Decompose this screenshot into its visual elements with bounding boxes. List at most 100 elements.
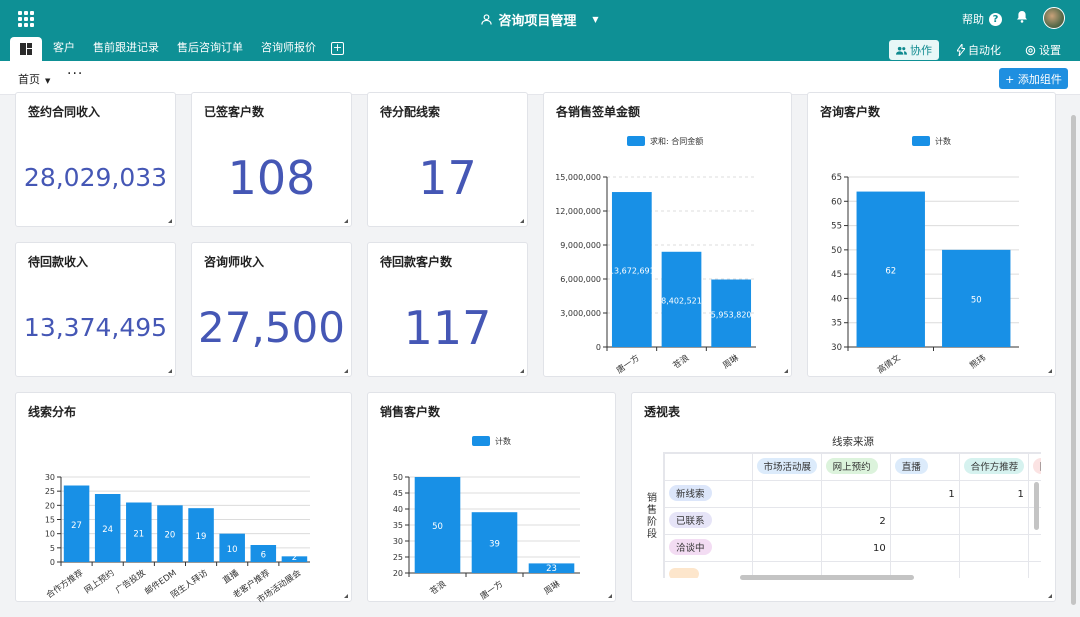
pivot-row-cell: 已联系 (664, 507, 753, 535)
pivot-cell[interactable] (889, 534, 960, 562)
resize-handle[interactable] (784, 369, 788, 373)
x-tick-label: 唐一方 (478, 578, 505, 602)
metric-card-receivable-revenue[interactable]: 待回款收入 13,374,495 (15, 242, 176, 377)
pivot-cell[interactable]: 2 (820, 507, 891, 535)
table-row: 新线索 1 1 (664, 480, 1041, 508)
legend-swatch[interactable] (627, 136, 645, 146)
pivot-row-cell (664, 561, 753, 578)
automation-button[interactable]: 自动化 (951, 40, 1007, 60)
metric-card-consultant-revenue[interactable]: 咨询师收入 27,500 (191, 242, 352, 377)
pivot-col-cell: 直播 (889, 453, 960, 481)
help-icon: ? (989, 12, 1002, 26)
top-bar: 咨询项目管理 ▼ 帮助 ? 客户 售前跟进记录 售后咨询订单 咨询师报价 + 协… (0, 0, 1080, 61)
collab-button[interactable]: 协作 (889, 40, 939, 60)
more-icon[interactable]: ··· (67, 66, 83, 82)
bar-value-label: 8,402,521 (661, 296, 702, 305)
chart-card-consult-customers[interactable]: 咨询客户数 计数 30 35 40 45 50 55 60 65 62 高倩文 50 熊玮 (807, 92, 1056, 377)
y-tick-label: 65 (831, 173, 842, 183)
toolbar: 协作 自动化 设置 (889, 40, 1067, 60)
bell-icon[interactable] (1016, 10, 1028, 27)
resize-handle[interactable] (168, 219, 172, 223)
avatar[interactable] (1043, 7, 1065, 29)
resize-handle[interactable] (344, 594, 348, 598)
resize-handle[interactable] (1048, 594, 1052, 598)
pivot-cell[interactable]: 10 (820, 534, 891, 562)
chart-card-lead-distribution[interactable]: 线索分布 0 5 10 15 20 25 30 27 合作方推荐 24 网上预约 21 广告投放 20 邮件… (15, 392, 352, 603)
pivot-vertical-scrollbar[interactable] (1034, 482, 1039, 530)
pivot-cell[interactable] (751, 534, 822, 562)
app-title-text: 咨询项目管理 (498, 14, 577, 29)
card-title: 待回款收入 (28, 255, 89, 269)
pivot-row-tag (669, 567, 699, 578)
metric-card-contract-revenue[interactable]: 签约合同收入 28,029,033 (15, 92, 176, 227)
tab-dashboard[interactable] (10, 37, 42, 61)
chevron-down-icon[interactable]: ▼ (592, 15, 598, 24)
chart-card-sales-customers[interactable]: 销售客户数 计数 20 25 30 35 40 45 50 50 苍浪 39 唐一方 23 周琳 (367, 392, 616, 602)
home-dropdown[interactable]: 首页 ▼ (18, 71, 50, 87)
metric-value: 28,029,033 (23, 163, 168, 192)
metric-card-signed-customers[interactable]: 已签客户数 108 (191, 92, 352, 227)
resize-handle[interactable] (168, 369, 172, 373)
y-tick-label: 3,000,000 (560, 309, 601, 318)
pivot-row-tag: 新线索 (669, 484, 712, 501)
resize-handle[interactable] (1048, 369, 1052, 373)
tab-presales[interactable]: 售前跟进记录 (84, 37, 168, 61)
pivot-cell[interactable] (751, 480, 822, 508)
resize-handle[interactable] (608, 594, 612, 598)
add-widget-button[interactable]: + 添加组件 (999, 68, 1068, 89)
pivot-table: 市场活动展 网上预约 直播 合作方推荐 陌生人拜访 新线索 1 1 已联系 2 … (663, 452, 1041, 578)
x-tick-label: 苍浪 (671, 352, 692, 371)
y-tick-label: 0 (50, 558, 55, 567)
pivot-cell[interactable]: 1 (958, 480, 1029, 508)
resize-handle[interactable] (344, 369, 348, 373)
y-tick-label: 30 (831, 343, 842, 353)
chart-card-sales-amount[interactable]: 各销售签单金额 求和: 合同金额 0 3,000,000 6,000,000 9,000… (543, 92, 792, 377)
legend-swatch[interactable] (472, 436, 490, 446)
tab-customers[interactable]: 客户 (44, 37, 84, 61)
y-tick-label: 10 (45, 530, 55, 539)
x-tick-label: 网上预约 (82, 567, 116, 596)
pivot-cell[interactable] (820, 480, 891, 508)
bar-value-label: 24 (102, 525, 113, 535)
resize-handle[interactable] (520, 369, 524, 373)
pivot-horizontal-scrollbar[interactable] (740, 575, 914, 580)
page-scrollbar[interactable] (1071, 115, 1076, 605)
pivot-row-header: 销售阶段 (647, 493, 657, 540)
pivot-cell[interactable] (958, 534, 1029, 562)
pivot-cell[interactable] (889, 507, 960, 535)
metric-card-receivable-customers[interactable]: 待回款客户数 117 (367, 242, 528, 377)
metric-card-unassigned-leads[interactable]: 待分配线索 17 (367, 92, 528, 227)
card-title: 透视表 (644, 405, 681, 419)
bar-value-label: 13,672,691 (609, 267, 655, 276)
pivot-cell[interactable] (958, 507, 1029, 535)
pivot-cell[interactable] (958, 561, 1029, 578)
table-row: 洽谈中 10 (664, 534, 1041, 562)
legend-swatch[interactable] (912, 136, 930, 146)
pivot-cell[interactable] (751, 507, 822, 535)
x-tick-label: 广告投放 (113, 567, 148, 596)
pivot-cell[interactable] (1027, 534, 1041, 562)
add-tab-icon[interactable]: + (331, 42, 344, 55)
pivot-cell[interactable]: 1 (889, 480, 960, 508)
app-title[interactable]: 咨询项目管理 ▼ (0, 10, 1080, 29)
x-tick-label: 熊玮 (968, 352, 989, 371)
pivot-col-cell: 网上预约 (820, 453, 891, 481)
x-tick-label: 高倩文 (875, 352, 903, 376)
pivot-col-tag: 合作方推荐 (963, 457, 1024, 474)
y-tick-label: 45 (393, 489, 403, 498)
bar-value-label: 20 (165, 531, 176, 541)
y-tick-label: 35 (393, 521, 403, 530)
x-tick-label: 周琳 (721, 352, 742, 371)
y-tick-label: 45 (831, 270, 842, 280)
settings-button[interactable]: 设置 (1019, 40, 1067, 60)
legend-label: 计数 (495, 436, 511, 446)
tab-quotes[interactable]: 咨询师报价 (252, 37, 325, 61)
help-button[interactable]: 帮助 ? (962, 11, 1002, 27)
resize-handle[interactable] (520, 219, 524, 223)
bar-value-label: 62 (885, 266, 896, 276)
pivot-cell[interactable] (1027, 561, 1041, 578)
pivot-corner-cell (664, 453, 753, 481)
tab-aftersales[interactable]: 售后咨询订单 (168, 37, 252, 61)
resize-handle[interactable] (344, 219, 348, 223)
bar-value-label: 6 (261, 551, 266, 561)
